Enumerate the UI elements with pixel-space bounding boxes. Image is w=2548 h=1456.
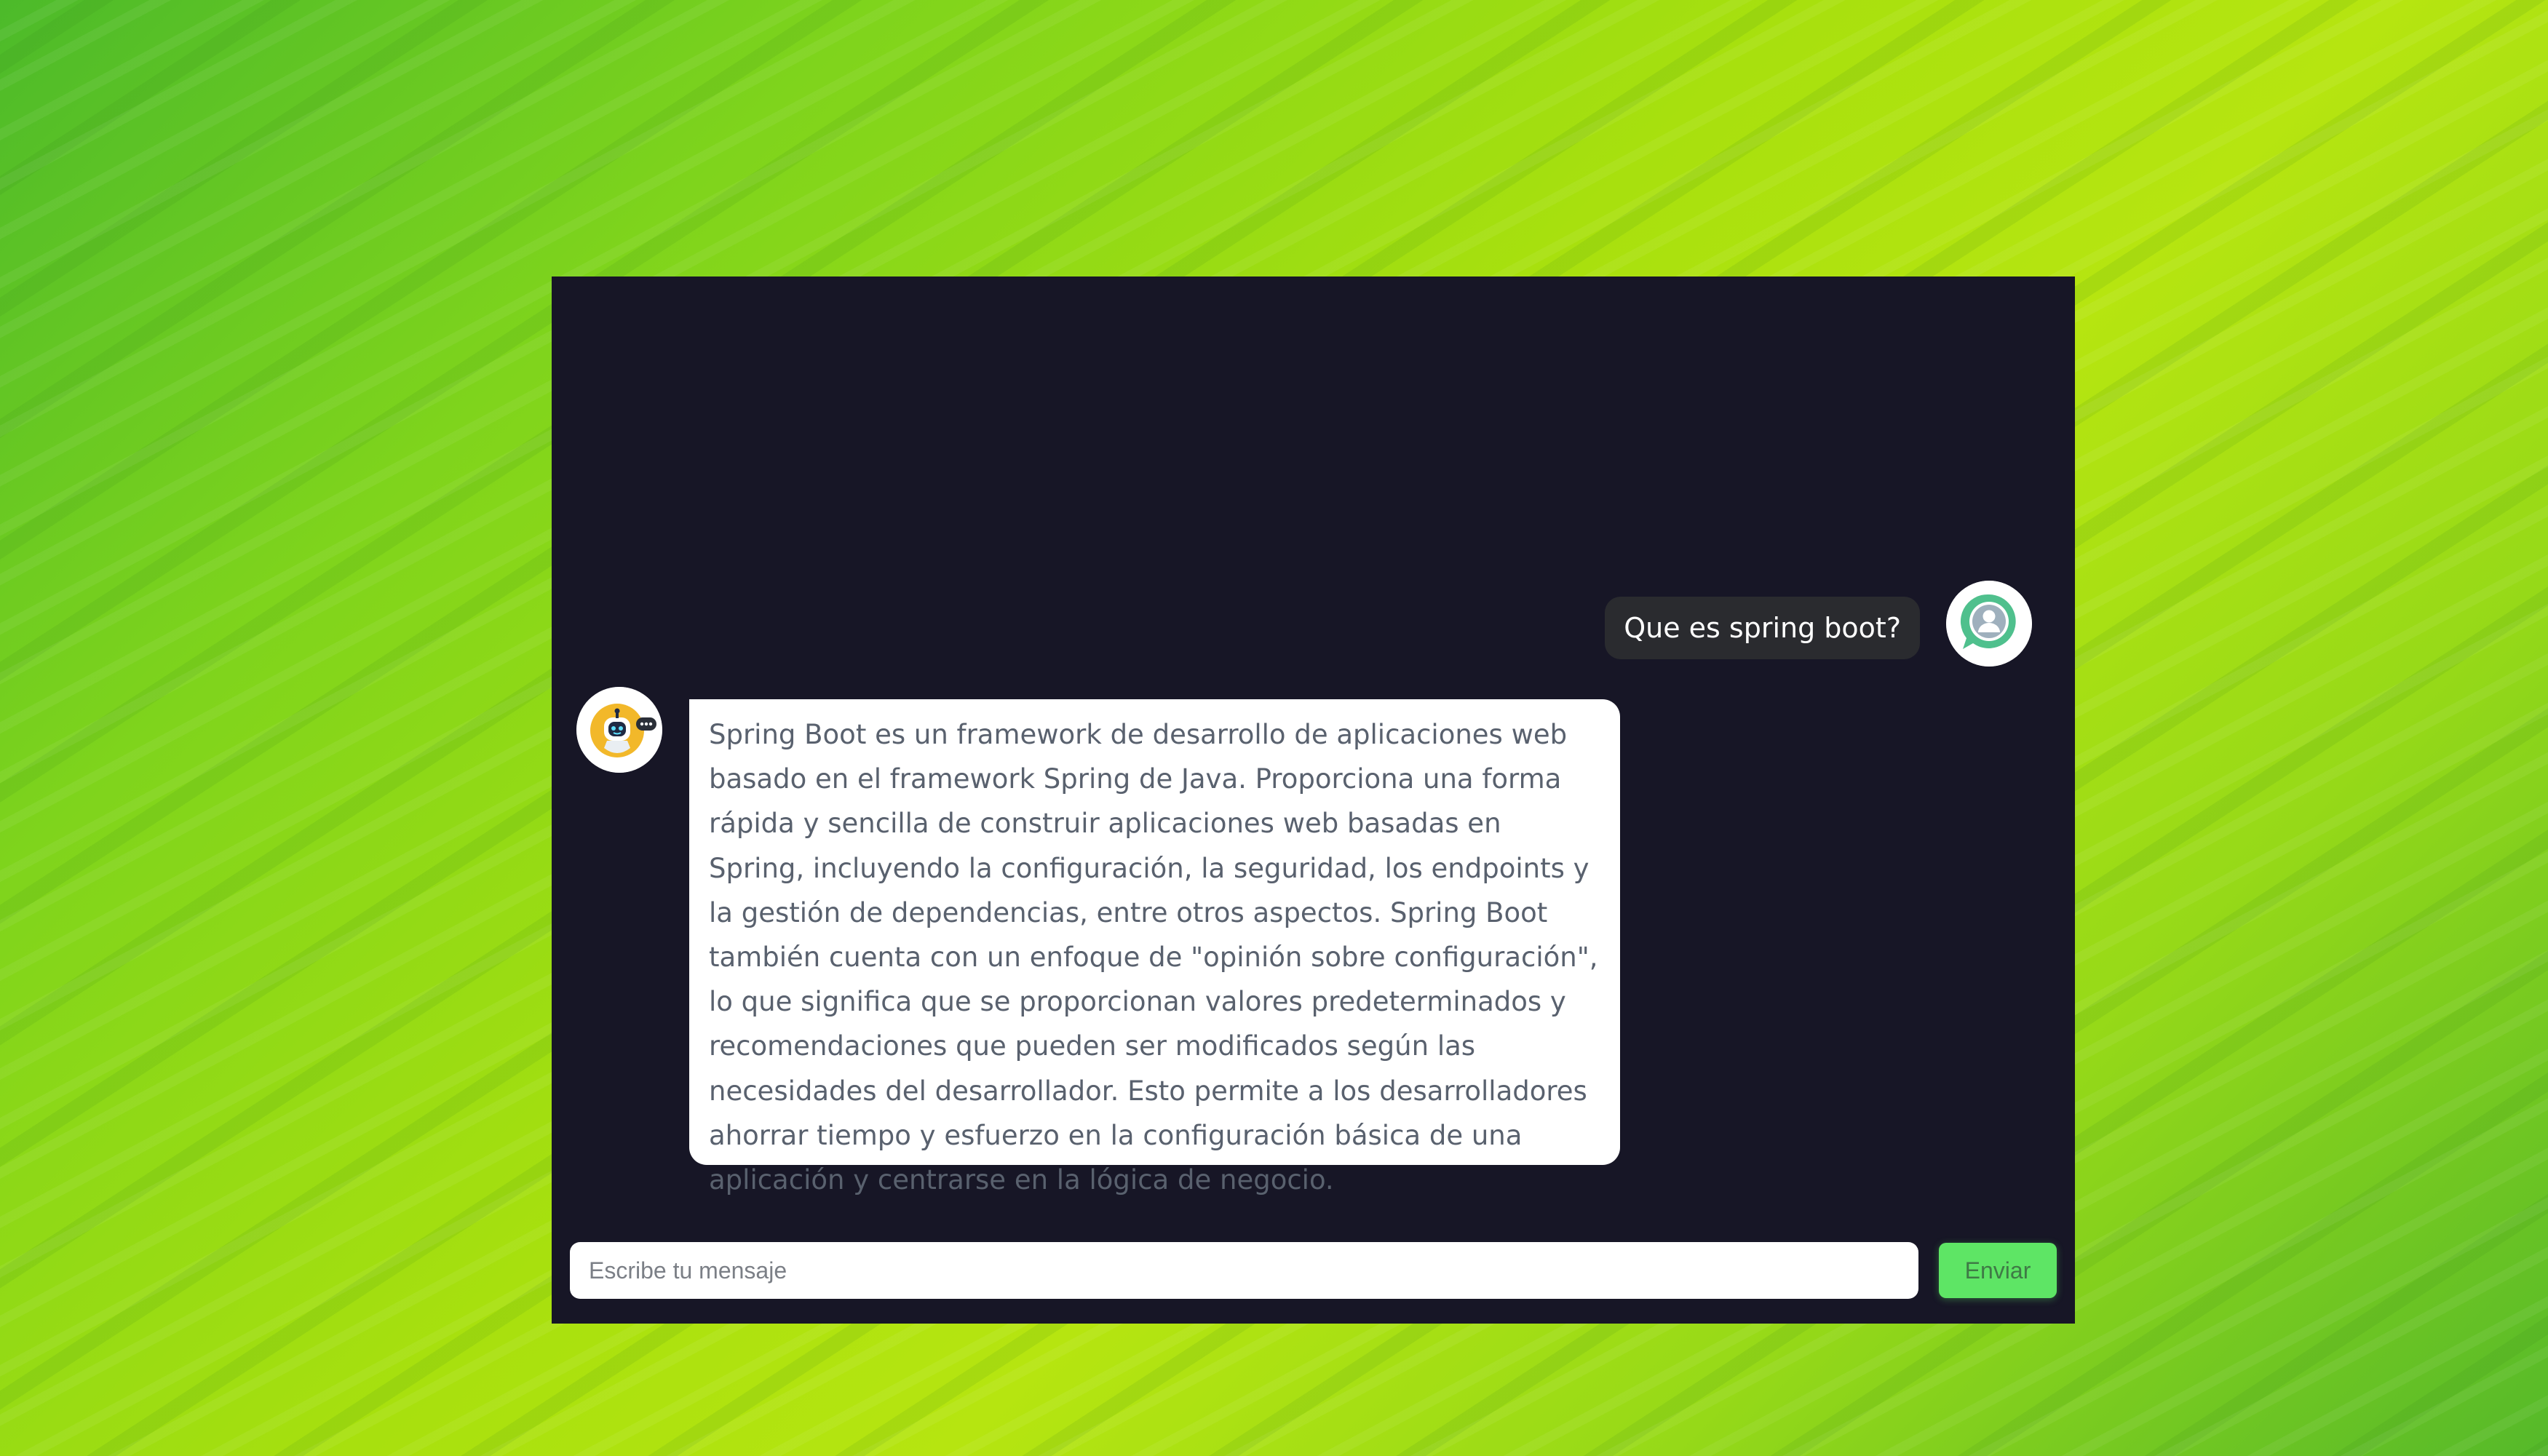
user-chat-avatar-icon [1946, 581, 2032, 667]
user-avatar [1946, 581, 2032, 667]
message-input[interactable] [570, 1242, 1918, 1299]
send-button[interactable]: Enviar [1939, 1243, 2057, 1298]
bot-message-bubble: Spring Boot es un framework de desarroll… [689, 699, 1620, 1196]
chat-window: Que es spring boot? Spring Boot es un fr… [552, 277, 2075, 1324]
robot-avatar-icon [576, 687, 662, 773]
bot-avatar [576, 687, 662, 773]
user-message-bubble: Que es spring boot? [1605, 597, 1920, 659]
